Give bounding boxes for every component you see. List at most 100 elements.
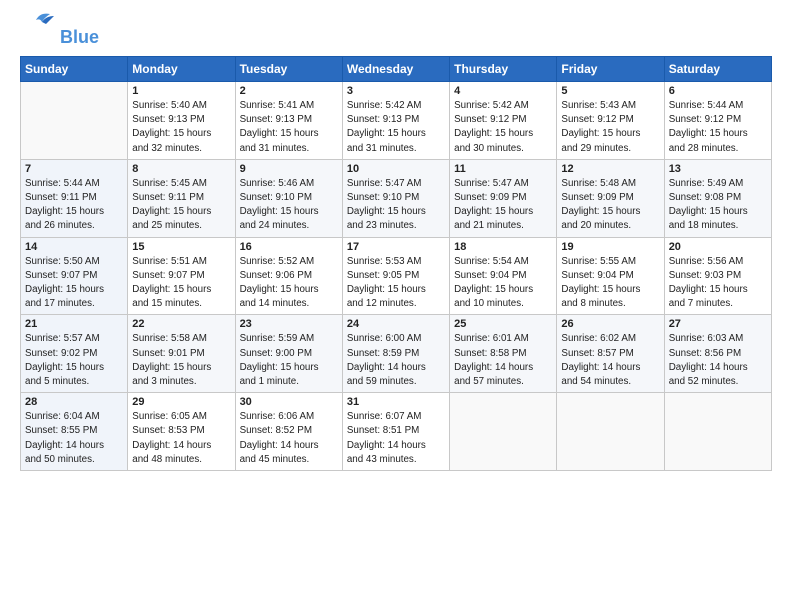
day-info: Sunrise: 6:03 AM Sunset: 8:56 PM Dayligh…	[669, 332, 767, 389]
logo-blue-line: Blue	[20, 28, 99, 46]
col-header-monday: Monday	[128, 57, 235, 82]
day-number: 5	[561, 85, 659, 97]
day-info: Sunrise: 5:47 AM Sunset: 9:09 PM Dayligh…	[454, 177, 552, 234]
day-number: 15	[132, 241, 230, 253]
calendar-cell: 17 Sunrise: 5:53 AM Sunset: 9:05 PM Dayli…	[342, 237, 449, 315]
calendar-cell: 25Sunrise: 6:01 AM Sunset: 8:58 PM Dayli…	[450, 315, 557, 393]
day-number: 25	[454, 318, 552, 330]
calendar-week-row: 28Sunrise: 6:04 AM Sunset: 8:55 PM Dayli…	[21, 393, 772, 471]
day-info: Sunrise: 5:55 AM Sunset: 9:04 PM Dayligh…	[561, 255, 659, 312]
day-info: Sunrise: 5:51 AM Sunset: 9:07 PM Dayligh…	[132, 255, 230, 312]
col-header-sunday: Sunday	[21, 57, 128, 82]
calendar-cell: 1Sunrise: 5:40 AM Sunset: 9:13 PM Daylig…	[128, 82, 235, 160]
day-info: Sunrise: 5:52 AM Sunset: 9:06 PM Dayligh…	[240, 255, 338, 312]
col-header-saturday: Saturday	[664, 57, 771, 82]
day-number: 30	[240, 396, 338, 408]
day-number: 10	[347, 163, 445, 175]
day-number: 14	[25, 241, 123, 253]
calendar-cell: 19 Sunrise: 5:55 AM Sunset: 9:04 PM Dayli…	[557, 237, 664, 315]
calendar-cell: 8Sunrise: 5:45 AM Sunset: 9:11 PM Daylig…	[128, 159, 235, 237]
day-info: Sunrise: 6:05 AM Sunset: 8:53 PM Dayligh…	[132, 410, 230, 467]
calendar-week-row: 1Sunrise: 5:40 AM Sunset: 9:13 PM Daylig…	[21, 82, 772, 160]
day-number: 29	[132, 396, 230, 408]
calendar-week-row: 7 Sunrise: 5:44 AM Sunset: 9:11 PM Daylig…	[21, 159, 772, 237]
day-info: Sunrise: 5:58 AM Sunset: 9:01 PM Dayligh…	[132, 332, 230, 389]
day-number: 12	[561, 163, 659, 175]
day-info: Sunrise: 5:47 AM Sunset: 9:10 PM Dayligh…	[347, 177, 445, 234]
day-info: Sunrise: 5:43 AM Sunset: 9:12 PM Dayligh…	[561, 99, 659, 156]
day-info: Sunrise: 6:00 AM Sunset: 8:59 PM Dayligh…	[347, 332, 445, 389]
logo: Blue	[20, 18, 99, 46]
day-info: Sunrise: 5:42 AM Sunset: 9:12 PM Dayligh…	[454, 99, 552, 156]
day-number: 9	[240, 163, 338, 175]
calendar-cell: 14 Sunrise: 5:50 AM Sunset: 9:07 PM Dayli…	[21, 237, 128, 315]
calendar-cell: 10 Sunrise: 5:47 AM Sunset: 9:10 PM Dayli…	[342, 159, 449, 237]
header: Blue	[20, 18, 772, 46]
calendar-table: SundayMondayTuesdayWednesdayThursdayFrid…	[20, 56, 772, 471]
day-number: 27	[669, 318, 767, 330]
calendar-cell: 16 Sunrise: 5:52 AM Sunset: 9:06 PM Dayli…	[235, 237, 342, 315]
calendar-cell: 27 Sunrise: 6:03 AM Sunset: 8:56 PM Dayli…	[664, 315, 771, 393]
day-number: 19	[561, 241, 659, 253]
day-info: Sunrise: 5:44 AM Sunset: 9:12 PM Dayligh…	[669, 99, 767, 156]
calendar-cell: 30 Sunrise: 6:06 AM Sunset: 8:52 PM Dayli…	[235, 393, 342, 471]
calendar-cell: 2Sunrise: 5:41 AM Sunset: 9:13 PM Daylig…	[235, 82, 342, 160]
calendar-cell	[664, 393, 771, 471]
day-info: Sunrise: 5:59 AM Sunset: 9:00 PM Dayligh…	[240, 332, 338, 389]
day-number: 22	[132, 318, 230, 330]
day-info: Sunrise: 5:54 AM Sunset: 9:04 PM Dayligh…	[454, 255, 552, 312]
calendar-cell: 29 Sunrise: 6:05 AM Sunset: 8:53 PM Dayli…	[128, 393, 235, 471]
day-info: Sunrise: 5:48 AM Sunset: 9:09 PM Dayligh…	[561, 177, 659, 234]
calendar-cell: 7 Sunrise: 5:44 AM Sunset: 9:11 PM Daylig…	[21, 159, 128, 237]
day-number: 21	[25, 318, 123, 330]
day-number: 31	[347, 396, 445, 408]
calendar-cell: 23 Sunrise: 5:59 AM Sunset: 9:00 PM Dayli…	[235, 315, 342, 393]
day-number: 7	[25, 163, 123, 175]
calendar-cell: 22 Sunrise: 5:58 AM Sunset: 9:01 PM Dayli…	[128, 315, 235, 393]
calendar-cell: 4 Sunrise: 5:42 AM Sunset: 9:12 PM Daylig…	[450, 82, 557, 160]
calendar-cell: 21 Sunrise: 5:57 AM Sunset: 9:02 PM Dayli…	[21, 315, 128, 393]
page: Blue SundayMondayTuesdayWednesdayThursda…	[0, 0, 792, 612]
day-number: 13	[669, 163, 767, 175]
day-number: 23	[240, 318, 338, 330]
calendar-cell	[450, 393, 557, 471]
day-info: Sunrise: 6:02 AM Sunset: 8:57 PM Dayligh…	[561, 332, 659, 389]
calendar-cell	[557, 393, 664, 471]
calendar-cell: 9Sunrise: 5:46 AM Sunset: 9:10 PM Daylig…	[235, 159, 342, 237]
day-info: Sunrise: 5:53 AM Sunset: 9:05 PM Dayligh…	[347, 255, 445, 312]
day-info: Sunrise: 5:50 AM Sunset: 9:07 PM Dayligh…	[25, 255, 123, 312]
calendar-cell: 5 Sunrise: 5:43 AM Sunset: 9:12 PM Daylig…	[557, 82, 664, 160]
calendar-cell: 13 Sunrise: 5:49 AM Sunset: 9:08 PM Dayli…	[664, 159, 771, 237]
day-info: Sunrise: 5:49 AM Sunset: 9:08 PM Dayligh…	[669, 177, 767, 234]
day-info: Sunrise: 5:42 AM Sunset: 9:13 PM Dayligh…	[347, 99, 445, 156]
calendar-cell: 26 Sunrise: 6:02 AM Sunset: 8:57 PM Dayli…	[557, 315, 664, 393]
calendar-cell: 18Sunrise: 5:54 AM Sunset: 9:04 PM Dayli…	[450, 237, 557, 315]
col-header-thursday: Thursday	[450, 57, 557, 82]
calendar-cell: 12 Sunrise: 5:48 AM Sunset: 9:09 PM Dayli…	[557, 159, 664, 237]
day-number: 11	[454, 163, 552, 175]
day-number: 4	[454, 85, 552, 97]
calendar-cell: 3 Sunrise: 5:42 AM Sunset: 9:13 PM Daylig…	[342, 82, 449, 160]
day-number: 6	[669, 85, 767, 97]
day-number: 1	[132, 85, 230, 97]
day-number: 16	[240, 241, 338, 253]
day-info: Sunrise: 6:06 AM Sunset: 8:52 PM Dayligh…	[240, 410, 338, 467]
day-info: Sunrise: 5:41 AM Sunset: 9:13 PM Dayligh…	[240, 99, 338, 156]
day-number: 26	[561, 318, 659, 330]
day-number: 3	[347, 85, 445, 97]
col-header-friday: Friday	[557, 57, 664, 82]
calendar-cell: 20Sunrise: 5:56 AM Sunset: 9:03 PM Dayli…	[664, 237, 771, 315]
day-number: 17	[347, 241, 445, 253]
calendar-header-row: SundayMondayTuesdayWednesdayThursdayFrid…	[21, 57, 772, 82]
calendar-cell: 28Sunrise: 6:04 AM Sunset: 8:55 PM Dayli…	[21, 393, 128, 471]
day-number: 20	[669, 241, 767, 253]
calendar-cell	[21, 82, 128, 160]
calendar-cell: 15 Sunrise: 5:51 AM Sunset: 9:07 PM Dayli…	[128, 237, 235, 315]
day-number: 8	[132, 163, 230, 175]
day-number: 24	[347, 318, 445, 330]
calendar-week-row: 14 Sunrise: 5:50 AM Sunset: 9:07 PM Dayli…	[21, 237, 772, 315]
day-info: Sunrise: 5:44 AM Sunset: 9:11 PM Dayligh…	[25, 177, 123, 234]
col-header-wednesday: Wednesday	[342, 57, 449, 82]
day-info: Sunrise: 6:07 AM Sunset: 8:51 PM Dayligh…	[347, 410, 445, 467]
day-info: Sunrise: 5:57 AM Sunset: 9:02 PM Dayligh…	[25, 332, 123, 389]
